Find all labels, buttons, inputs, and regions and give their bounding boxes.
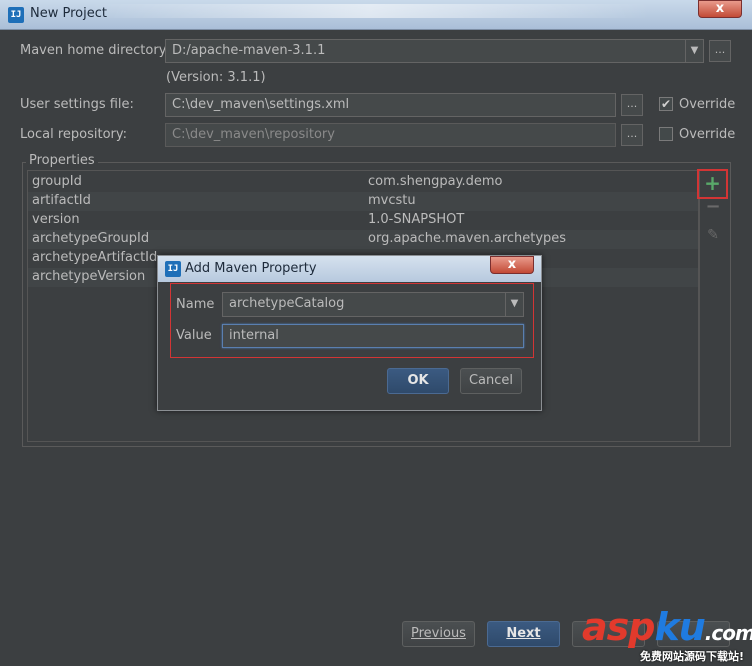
property-value: org.apache.maven.archetypes	[368, 231, 567, 246]
property-key: archetypeGroupId	[32, 231, 150, 246]
chevron-down-icon[interactable]: ▼	[685, 40, 703, 62]
local-repository-override-label: Override	[679, 127, 736, 142]
add-maven-property-dialog: IJ Add Maven Property x Name archetypeCa…	[157, 255, 542, 411]
watermark-text-a: asp	[582, 605, 655, 649]
title-bar: IJ New Project x	[0, 0, 752, 30]
edit-property-icon[interactable]: ✎	[699, 222, 727, 250]
maven-home-browse-button[interactable]: ...	[709, 40, 731, 62]
window-title: New Project	[30, 6, 107, 21]
local-repository-field[interactable]: C:\dev_maven\repository	[165, 123, 616, 147]
property-value: com.shengpay.demo	[368, 174, 503, 189]
property-name-value: archetypeCatalog	[229, 296, 345, 311]
user-settings-browse-button[interactable]: ...	[621, 94, 643, 116]
local-repository-label: Local repository:	[20, 127, 127, 142]
previous-button[interactable]: Previous	[402, 621, 475, 647]
user-settings-field[interactable]: C:\dev_maven\settings.xml	[165, 93, 616, 117]
value-label: Value	[176, 328, 212, 343]
intellij-icon: IJ	[8, 7, 24, 23]
maven-version-note: (Version: 3.1.1)	[166, 70, 266, 85]
intellij-icon: IJ	[165, 261, 181, 277]
chevron-down-icon[interactable]: ▼	[505, 293, 523, 316]
properties-title: Properties	[26, 153, 98, 168]
property-value: mvcstu	[368, 193, 416, 208]
table-row[interactable]: artifactId mvcstu	[28, 192, 698, 211]
property-key: version	[32, 212, 80, 227]
property-key: archetypeVersion	[32, 269, 146, 284]
previous-button-label: Previous	[411, 626, 466, 641]
maven-home-value: D:/apache-maven-3.1.1	[172, 43, 326, 58]
dialog-close-button[interactable]: x	[490, 256, 534, 274]
remove-property-icon[interactable]: −	[699, 196, 727, 224]
window-close-button[interactable]: x	[698, 0, 742, 18]
maven-home-combobox[interactable]: D:/apache-maven-3.1.1 ▼	[165, 39, 704, 63]
next-button[interactable]: Next	[487, 621, 560, 647]
maven-home-label: Maven home directory:	[20, 43, 170, 58]
property-key: archetypeArtifactId	[32, 250, 158, 265]
cancel-button[interactable]: Cancel	[460, 368, 522, 394]
name-label: Name	[176, 297, 215, 312]
property-key: groupId	[32, 174, 82, 189]
ok-button[interactable]: OK	[387, 368, 449, 394]
table-row[interactable]: archetypeGroupId org.apache.maven.archet…	[28, 230, 698, 249]
next-button-label: Next	[506, 626, 541, 641]
user-settings-label: User settings file:	[20, 97, 134, 112]
property-value-input[interactable]: internal	[222, 324, 524, 348]
watermark-text-b: ku	[654, 605, 705, 649]
property-key: artifactId	[32, 193, 91, 208]
user-settings-override-label: Override	[679, 97, 736, 112]
property-name-combobox[interactable]: archetypeCatalog ▼	[222, 292, 524, 317]
local-repository-override-checkbox[interactable]	[659, 127, 673, 141]
title-bar-blurred-path	[90, 4, 650, 18]
table-row[interactable]: groupId com.shengpay.demo	[28, 173, 698, 192]
watermark-logo: aspku.com	[582, 605, 752, 649]
user-settings-override-checkbox[interactable]: ✔	[659, 97, 673, 111]
watermark-subtitle: 免费网站源码下载站!	[640, 650, 745, 663]
local-repository-browse-button[interactable]: ...	[621, 124, 643, 146]
dialog-title-bar: IJ Add Maven Property	[158, 256, 541, 282]
add-property-icon[interactable]: +	[697, 169, 728, 199]
dialog-title: Add Maven Property	[185, 261, 317, 276]
property-value: 1.0-SNAPSHOT	[368, 212, 465, 227]
table-row[interactable]: version 1.0-SNAPSHOT	[28, 211, 698, 230]
watermark-text-c: .com	[704, 621, 752, 645]
